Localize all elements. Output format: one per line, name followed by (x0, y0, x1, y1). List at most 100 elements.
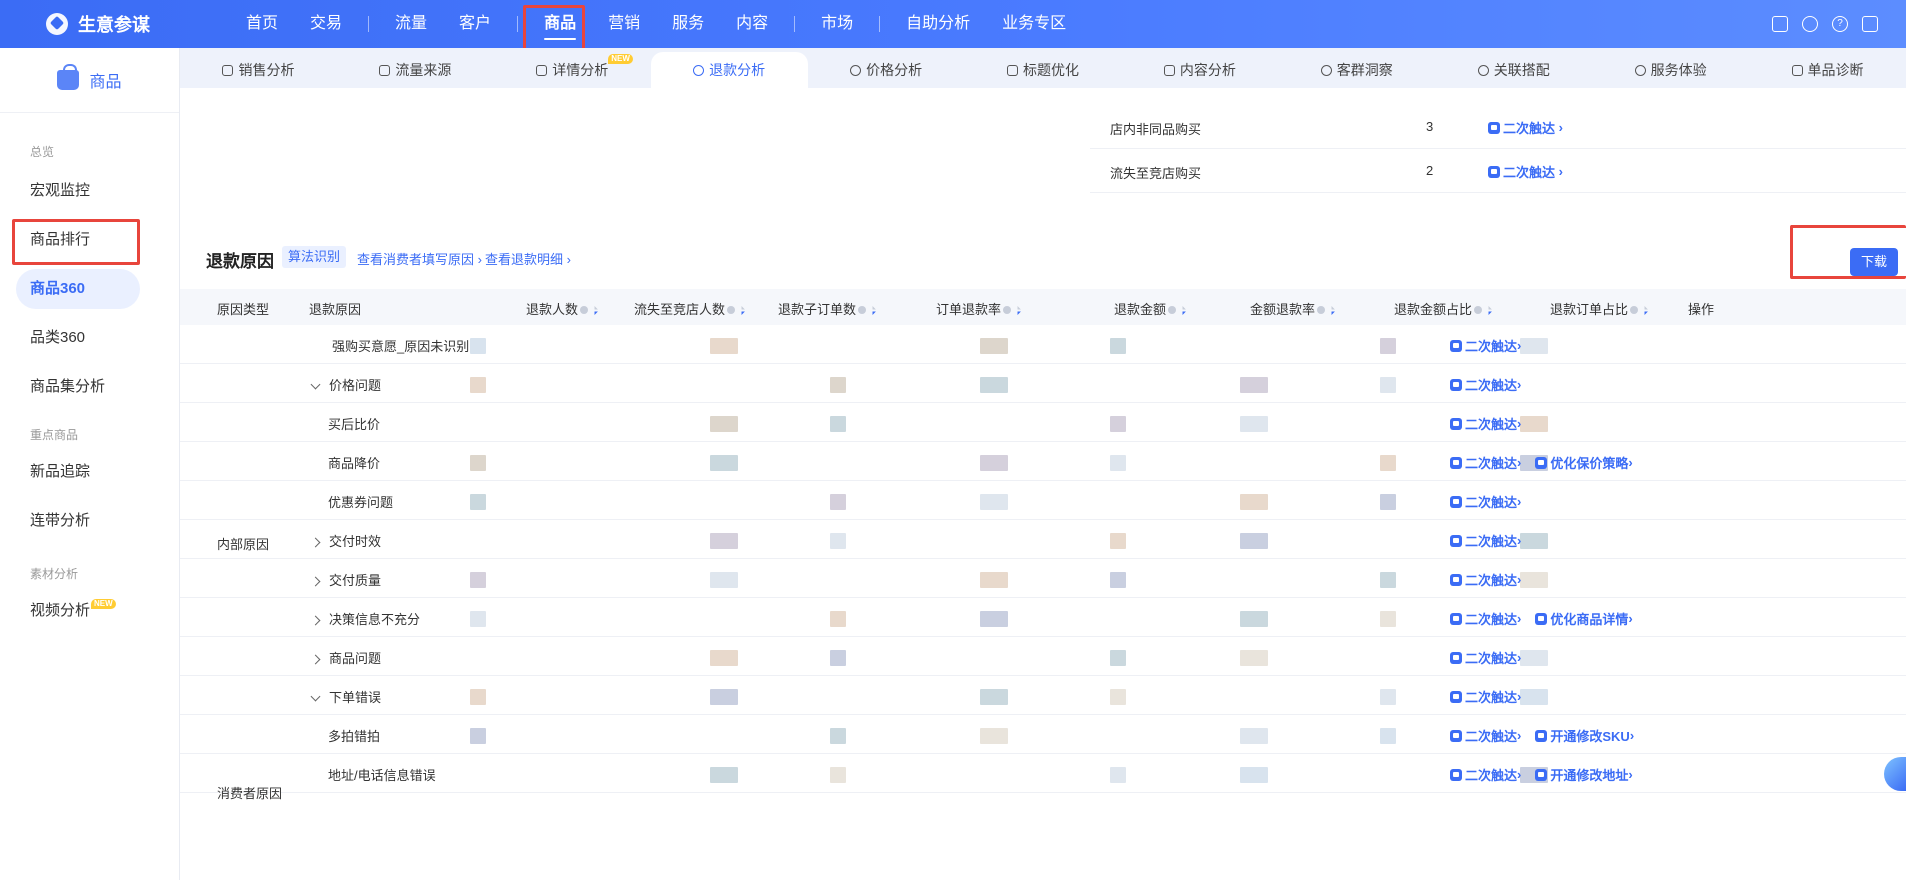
nav-service[interactable]: 服务 (656, 0, 720, 48)
optimize-action-link[interactable]: 优化商品详情 › (1535, 609, 1633, 628)
nav-traffic[interactable]: 流量 (379, 0, 443, 48)
chevron-right-icon[interactable] (310, 576, 321, 587)
col-amount-refund-rate[interactable]: 金额退款率 (1250, 299, 1336, 318)
refund-reason-cell[interactable]: 交付质量 (310, 570, 381, 589)
algorithm-tag: 算法识别 (282, 246, 347, 268)
tab-price-analysis[interactable]: 价格分析 (808, 52, 965, 88)
user-icon[interactable] (1802, 16, 1818, 32)
sidebar-item-macro-monitor[interactable]: 宏观监控 (16, 171, 140, 211)
second-touch-link[interactable]: 二次触达 › (1450, 648, 1521, 667)
nav-self-analysis[interactable]: 自助分析 (890, 0, 986, 48)
col-refund-order-share[interactable]: 退款订单占比 (1550, 299, 1649, 318)
sort-icon[interactable] (591, 306, 599, 315)
nav-marketing[interactable]: 营销 (592, 0, 656, 48)
app-name: 生意参谋 (78, 15, 150, 35)
sort-icon[interactable] (1641, 306, 1649, 315)
flow-label: 流失至竞店购买 (1110, 166, 1202, 181)
sort-icon[interactable] (738, 306, 746, 315)
tab-detail-analysis[interactable]: 详情分析 NEW (494, 52, 651, 88)
chevron-down-icon[interactable] (310, 691, 321, 702)
chevron-right-icon[interactable] (310, 654, 321, 665)
nav-customer[interactable]: 客户 (443, 0, 507, 48)
optimize-icon (1535, 768, 1548, 781)
tab-related-matching[interactable]: 关联搭配 (1435, 52, 1592, 88)
nav-business-zone[interactable]: 业务专区 (986, 0, 1082, 48)
sidebar-item-product-set[interactable]: 商品集分析 (16, 367, 140, 407)
second-touch-link[interactable]: 二次触达 › (1450, 375, 1521, 394)
second-touch-link[interactable]: 二次触达 › (1450, 765, 1521, 784)
col-order-refund-rate[interactable]: 订单退款率 (936, 299, 1022, 318)
sort-icon[interactable] (1485, 306, 1493, 315)
refund-reason-cell[interactable]: 下单错误 (310, 687, 381, 706)
masked-value (470, 611, 486, 627)
sort-icon[interactable] (1328, 306, 1336, 315)
masked-value (1240, 377, 1268, 393)
refund-reason-cell[interactable]: 商品问题 (310, 648, 381, 667)
tab-refund-analysis[interactable]: 退款分析 (650, 52, 808, 88)
col-refund-amount-share[interactable]: 退款金额占比 (1394, 299, 1493, 318)
second-touch-link[interactable]: 二次触达 › (1450, 687, 1521, 706)
col-refund-amount[interactable]: 退款金额 (1114, 299, 1187, 318)
nav-content[interactable]: 内容 (720, 0, 784, 48)
sidebar-item-association-analysis[interactable]: 连带分析 (16, 501, 140, 541)
second-touch-link[interactable]: 二次触达 › (1488, 162, 1563, 181)
tab-sales-analysis[interactable]: 销售分析 (180, 52, 337, 88)
new-badge: NEW (91, 599, 116, 609)
masked-value (830, 416, 846, 432)
chevron-right-icon[interactable] (310, 615, 321, 626)
app-logo[interactable]: 生意参谋 (0, 11, 200, 37)
col-refund-users[interactable]: 退款人数 (526, 299, 599, 318)
tab-service-experience[interactable]: 服务体验 (1592, 52, 1749, 88)
sort-icon[interactable] (1014, 306, 1022, 315)
nav-home[interactable]: 首页 (230, 0, 294, 48)
sidebar-item-category-360[interactable]: 品类360 (16, 318, 140, 358)
info-icon (858, 306, 867, 314)
masked-value (1520, 416, 1548, 432)
chevron-right-icon[interactable] (310, 537, 321, 548)
info-icon (1474, 306, 1483, 314)
second-touch-link[interactable]: 二次触达 › (1450, 531, 1521, 550)
logout-icon[interactable] (1862, 16, 1878, 32)
tab-single-diagnosis[interactable]: 单品诊断 (1749, 52, 1906, 88)
second-touch-link[interactable]: 二次触达 › (1450, 609, 1521, 628)
col-lost-to-competitor[interactable]: 流失至竞店人数 (634, 299, 746, 318)
table-row: 交付时效 二次触达 › (180, 520, 1906, 559)
chevron-down-icon[interactable] (310, 379, 321, 390)
nav-market[interactable]: 市场 (805, 0, 869, 48)
optimize-action-link[interactable]: 开通修改地址 › (1535, 765, 1633, 784)
consumer-reason-link[interactable]: 查看消费者填写原因 › (357, 249, 482, 268)
nav-trade[interactable]: 交易 (294, 0, 358, 48)
second-touch-link[interactable]: 二次触达 › (1450, 492, 1521, 511)
second-touch-link[interactable]: 二次触达 › (1450, 726, 1521, 745)
tab-traffic-source[interactable]: 流量来源 (337, 52, 494, 88)
help-icon[interactable]: ? (1832, 16, 1848, 32)
masked-value (830, 533, 846, 549)
sidebar-item-product-360[interactable]: 商品360 (16, 269, 140, 309)
col-refund-suborders[interactable]: 退款子订单数 (778, 299, 877, 318)
refund-reason-cell[interactable]: 价格问题 (310, 375, 381, 394)
price-icon (850, 65, 862, 76)
refund-reason-cell[interactable]: 交付时效 (310, 531, 381, 550)
sort-icon[interactable] (869, 306, 877, 315)
sidebar-item-new-product-tracking[interactable]: 新品追踪 (16, 452, 140, 492)
optimize-action-link[interactable]: 优化保价策略 › (1535, 453, 1633, 472)
table-row: 优惠券问题 二次触达 › (180, 481, 1906, 520)
message-icon[interactable] (1772, 16, 1788, 32)
table-row: 强购买意愿_原因未识别 二次触达 › (180, 325, 1906, 364)
tab-title-optimization[interactable]: 标题优化 (965, 52, 1122, 88)
refund-detail-link[interactable]: 查看退款明细 › (485, 249, 571, 268)
second-touch-link[interactable]: 二次触达 › (1450, 336, 1521, 355)
highlight-download (1790, 225, 1906, 279)
second-touch-link[interactable]: 二次触达 › (1450, 453, 1521, 472)
tab-content-analysis[interactable]: 内容分析 (1121, 52, 1278, 88)
sort-icon[interactable] (1179, 306, 1187, 315)
second-touch-link[interactable]: 二次触达 › (1488, 118, 1563, 137)
tab-crowd-insight[interactable]: 客群洞察 (1278, 52, 1435, 88)
crowd-icon (1320, 65, 1332, 76)
second-touch-link[interactable]: 二次触达 › (1450, 570, 1521, 589)
sidebar-item-video-analysis[interactable]: 视频分析 NEW (16, 591, 140, 631)
refund-reason-cell[interactable]: 决策信息不充分 (310, 609, 420, 628)
second-touch-link[interactable]: 二次触达 › (1450, 414, 1521, 433)
upper-table-row: 流失至竞店购买 2 二次触达 › (1090, 149, 1906, 193)
optimize-action-link[interactable]: 开通修改SKU › (1535, 726, 1634, 745)
